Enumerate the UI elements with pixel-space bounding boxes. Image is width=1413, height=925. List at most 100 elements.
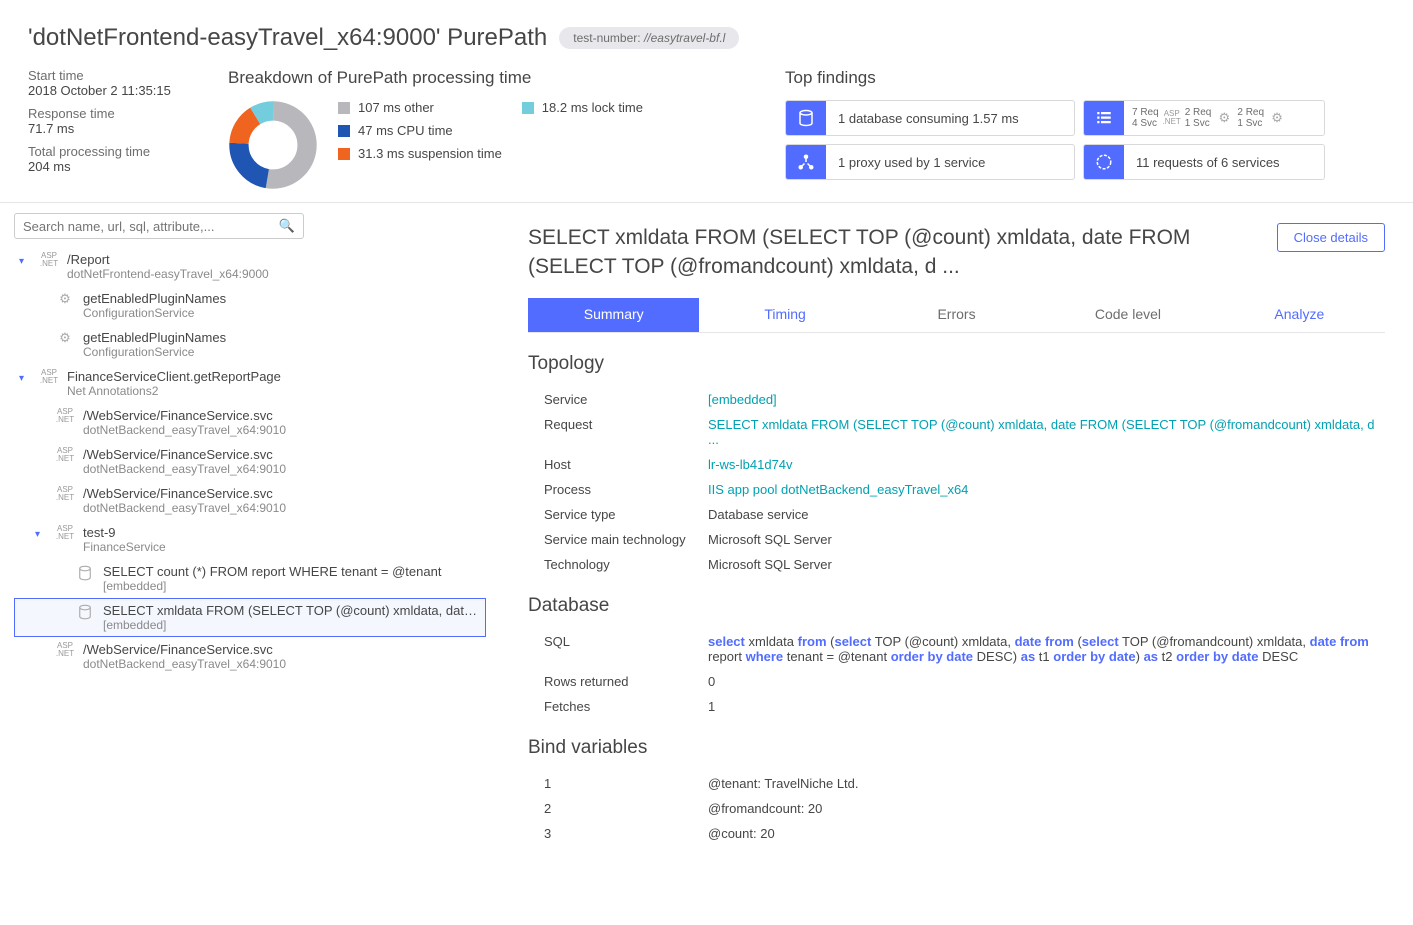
node-title: SELECT count (*) FROM report WHERE tenan… bbox=[103, 564, 481, 579]
tab-timing[interactable]: Timing bbox=[699, 298, 870, 332]
search-box[interactable]: 🔍 bbox=[14, 213, 304, 239]
legend-item: 47 ms CPU time bbox=[338, 123, 502, 138]
info-value[interactable]: SELECT xmldata FROM (SELECT TOP (@count)… bbox=[708, 417, 1385, 447]
info-label: Service main technology bbox=[528, 532, 708, 547]
tree-node[interactable]: ASP.NET/WebService/FinanceService.svcdot… bbox=[14, 481, 486, 520]
info-label: Host bbox=[528, 457, 708, 472]
topology-title: Topology bbox=[528, 353, 1385, 375]
asp-icon: ASP.NET bbox=[37, 252, 61, 268]
node-title: /WebService/FinanceService.svc bbox=[83, 486, 481, 501]
asp-icon: ASP.NET bbox=[1163, 109, 1181, 127]
tree-node[interactable]: ▾ ASP.NET FinanceServiceClient.getReportPa… bbox=[14, 364, 486, 403]
node-title: FinanceServiceClient.getReportPage bbox=[67, 369, 481, 384]
search-icon: 🔍 bbox=[279, 218, 295, 234]
tree-node[interactable]: SELECT count (*) FROM report WHERE tenan… bbox=[14, 559, 486, 598]
chevron-down-icon[interactable]: ▾ bbox=[35, 529, 47, 540]
info-value[interactable]: lr-ws-lb41d74v bbox=[708, 457, 1385, 472]
info-value[interactable]: [embedded] bbox=[708, 392, 1385, 407]
info-row: Hostlr-ws-lb41d74v bbox=[528, 452, 1385, 477]
node-text: /WebService/FinanceService.svcdotNetBack… bbox=[83, 486, 481, 515]
info-label: Rows returned bbox=[528, 674, 708, 689]
finding-requests[interactable]: 11 requests of 6 services bbox=[1083, 144, 1325, 180]
tree-node[interactable]: ▾ ASP.NET test-9FinanceService bbox=[14, 520, 486, 559]
detail-title: SELECT xmldata FROM (SELECT TOP (@count)… bbox=[528, 223, 1208, 282]
database-title: Database bbox=[528, 595, 1385, 617]
info-label: Technology bbox=[528, 557, 708, 572]
tree-node[interactable]: ▾ ASP.NET/ReportdotNetFrontend-easyTravel… bbox=[14, 247, 486, 286]
tab-errors[interactable]: Errors bbox=[871, 298, 1042, 332]
tree-node[interactable]: ⚙ getEnabledPluginNamesConfigurationServi… bbox=[14, 286, 486, 325]
svc-icon: ⚙ bbox=[1215, 109, 1233, 127]
asp-icon: ASP.NET bbox=[53, 525, 77, 541]
meta-column: Start time 2018 October 2 11:35:15 Respo… bbox=[28, 68, 188, 190]
node-subtitle: dotNetBackend_easyTravel_x64:9010 bbox=[83, 462, 481, 476]
tree-node[interactable]: ASP.NET/WebService/FinanceService.svcdot… bbox=[14, 442, 486, 481]
tag-pill[interactable]: test-number: //easytravel-bf.l bbox=[559, 27, 739, 49]
info-value: Database service bbox=[708, 507, 1385, 522]
database-icon bbox=[786, 100, 826, 136]
response-time-label: Response time bbox=[28, 106, 188, 121]
search-input[interactable] bbox=[23, 219, 279, 234]
node-text: FinanceServiceClient.getReportPageNet An… bbox=[67, 369, 481, 398]
service-icon: ⚙ bbox=[53, 291, 77, 307]
node-title: /WebService/FinanceService.svc bbox=[83, 447, 481, 462]
findings-title: Top findings bbox=[785, 68, 1385, 88]
node-text: /ReportdotNetFrontend-easyTravel_x64:900… bbox=[67, 252, 481, 281]
donut-chart bbox=[228, 100, 318, 190]
asp-icon: ASP.NET bbox=[53, 642, 77, 658]
info-value: @tenant: TravelNiche Ltd. bbox=[708, 776, 1385, 791]
info-value: 1 bbox=[708, 699, 1385, 714]
close-details-button[interactable]: Close details bbox=[1277, 223, 1385, 252]
node-text: /WebService/FinanceService.svcdotNetBack… bbox=[83, 408, 481, 437]
tree-node[interactable]: SELECT xmldata FROM (SELECT TOP (@count)… bbox=[14, 598, 486, 637]
chevron-down-icon[interactable]: ▾ bbox=[19, 373, 31, 384]
legend-label: 31.3 ms suspension time bbox=[358, 146, 502, 161]
node-subtitle: dotNetBackend_easyTravel_x64:9010 bbox=[83, 657, 481, 671]
info-value: select xmldata from (select TOP (@count)… bbox=[708, 634, 1385, 664]
info-row: 1@tenant: TravelNiche Ltd. bbox=[528, 771, 1385, 796]
legend-swatch bbox=[338, 148, 350, 160]
node-title: SELECT xmldata FROM (SELECT TOP (@count)… bbox=[103, 603, 481, 618]
info-value[interactable]: IIS app pool dotNetBackend_easyTravel_x6… bbox=[708, 482, 1385, 497]
finding-text: 11 requests of 6 services bbox=[1124, 155, 1292, 170]
node-title: /WebService/FinanceService.svc bbox=[83, 642, 481, 657]
start-time-value: 2018 October 2 11:35:15 bbox=[28, 83, 188, 98]
finding-chips[interactable]: 7 Req4 Svc ASP.NET 2 Req1 Svc ⚙ 2 Req1 S… bbox=[1083, 100, 1325, 136]
finding-proxy[interactable]: 1 proxy used by 1 service bbox=[785, 144, 1075, 180]
tag-label: test-number: bbox=[573, 31, 640, 45]
info-label: 2 bbox=[528, 801, 708, 816]
asp-icon: ASP.NET bbox=[53, 447, 77, 463]
node-title: /Report bbox=[67, 252, 481, 267]
requests-icon bbox=[1084, 144, 1124, 180]
asp-icon: ASP.NET bbox=[53, 486, 77, 502]
node-subtitle: [embedded] bbox=[103, 579, 481, 593]
database-icon bbox=[73, 564, 97, 582]
node-title: getEnabledPluginNames bbox=[83, 291, 481, 306]
node-title: test-9 bbox=[83, 525, 481, 540]
node-subtitle: ConfigurationService bbox=[83, 306, 481, 320]
svc-icon: ⚙ bbox=[1268, 109, 1286, 127]
finding-database[interactable]: 1 database consuming 1.57 ms bbox=[785, 100, 1075, 136]
start-time-label: Start time bbox=[28, 68, 188, 83]
bindvars-title: Bind variables bbox=[528, 737, 1385, 759]
tab-analyze[interactable]: Analyze bbox=[1214, 298, 1385, 332]
finding-text: 1 proxy used by 1 service bbox=[826, 155, 997, 170]
node-subtitle: ConfigurationService bbox=[83, 345, 481, 359]
asp-icon: ASP.NET bbox=[37, 369, 61, 385]
node-subtitle: FinanceService bbox=[83, 540, 481, 554]
service-icon: ⚙ bbox=[53, 330, 77, 346]
tab-summary[interactable]: Summary bbox=[528, 298, 699, 332]
tree-node[interactable]: ASP.NET/WebService/FinanceService.svcdot… bbox=[14, 637, 486, 676]
info-row: TechnologyMicrosoft SQL Server bbox=[528, 552, 1385, 577]
tree-node[interactable]: ⚙getEnabledPluginNamesConfigurationServi… bbox=[14, 325, 486, 364]
tab-code-level[interactable]: Code level bbox=[1042, 298, 1213, 332]
chevron-down-icon[interactable]: ▾ bbox=[19, 256, 31, 267]
page-title: 'dotNetFrontend-easyTravel_x64:9000' Pur… bbox=[28, 24, 547, 52]
node-text: getEnabledPluginNamesConfigurationServic… bbox=[83, 291, 481, 320]
info-label: 3 bbox=[528, 826, 708, 841]
legend-swatch bbox=[338, 102, 350, 114]
tree-node[interactable]: ASP.NET/WebService/FinanceService.svcdot… bbox=[14, 403, 486, 442]
node-text: SELECT xmldata FROM (SELECT TOP (@count)… bbox=[103, 603, 481, 632]
breakdown-title: Breakdown of PurePath processing time bbox=[228, 68, 745, 88]
legend-item: 31.3 ms suspension time bbox=[338, 146, 502, 161]
